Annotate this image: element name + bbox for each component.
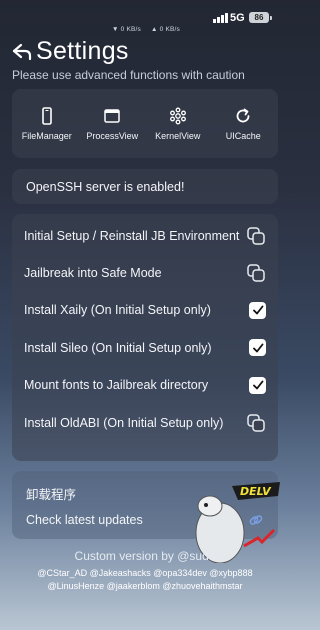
install-oldabi-option[interactable]: Install OldABI (On Initial Setup only) — [12, 404, 278, 441]
signal-icon — [213, 13, 228, 23]
install-xaily-option[interactable]: Install Xaily (On Initial Setup only) — [12, 292, 278, 329]
phone-icon — [41, 106, 52, 125]
copy-icon[interactable] — [246, 226, 266, 246]
install-sileo-option[interactable]: Install Sileo (On Initial Setup only) — [12, 329, 278, 366]
option-label: Initial Setup / Reinstall JB Environment — [24, 228, 240, 243]
tool-label: KernelView — [155, 130, 201, 141]
network-speed: ▼ 0 KB/s ▲ 0 KB/s — [112, 26, 188, 33]
credits-list: @CStar_AD @Jakeashacks @opa334dev @xybp8… — [8, 567, 282, 593]
tool-label: FileManager — [21, 130, 72, 141]
option-label: Install Xaily (On Initial Setup only) — [24, 303, 211, 318]
safe-mode-option[interactable]: Jailbreak into Safe Mode — [12, 254, 278, 291]
svg-text:DELV: DELV — [240, 485, 272, 498]
options-card: Initial Setup / Reinstall JB Environment… — [12, 214, 278, 461]
copy-icon[interactable] — [246, 263, 266, 283]
back-arrow-icon[interactable] — [12, 42, 32, 62]
refresh-icon — [236, 108, 250, 122]
file-manager-button[interactable]: FileManager — [15, 106, 79, 141]
checkmark-icon — [252, 380, 263, 390]
status-bar: ▼ 0 KB/s ▲ 0 KB/s 5G 86 — [0, 0, 290, 34]
option-label: Install OldABI (On Initial Setup only) — [24, 415, 224, 430]
process-view-button[interactable]: ProcessView — [80, 107, 144, 141]
credits-line: @LinusHenze @jaakerblom @zhuovehaithmsta… — [47, 581, 243, 591]
uicache-button[interactable]: UICache — [211, 107, 275, 141]
checkbox-checked[interactable] — [249, 376, 266, 394]
uninstall-label: 卸载程序 — [26, 487, 77, 502]
checkmark-icon — [252, 306, 263, 315]
battery-icon: 86 — [249, 12, 272, 23]
kernel-icon — [169, 107, 186, 124]
check-updates-label: Check latest updates — [26, 513, 143, 527]
copy-icon[interactable] — [246, 413, 266, 433]
ssh-status-notice: OpenSSH server is enabled! — [12, 169, 278, 204]
upload-speed: ▼ 0 KB/s — [112, 26, 141, 33]
initial-setup-option[interactable]: Initial Setup / Reinstall JB Environment — [12, 217, 278, 254]
credits-title: Custom version by @sudo — [74, 549, 216, 563]
option-label: Jailbreak into Safe Mode — [24, 266, 162, 281]
tools-card: FileManager ProcessView KernelView UICac… — [12, 89, 278, 158]
window-icon — [104, 108, 120, 123]
page-subtitle: Please use advanced functions with cauti… — [12, 68, 245, 82]
download-speed: ▲ 0 KB/s — [151, 26, 181, 33]
tool-label: UICache — [225, 130, 261, 141]
kernel-view-button[interactable]: KernelView — [146, 107, 210, 141]
checkbox-checked[interactable] — [249, 339, 266, 357]
mount-fonts-option[interactable]: Mount fonts to Jailbreak directory — [12, 367, 278, 404]
page-title: Settings — [36, 37, 129, 65]
checkmark-icon — [252, 343, 263, 353]
checkbox-checked[interactable] — [249, 301, 266, 319]
option-label: Mount fonts to Jailbreak directory — [24, 378, 209, 393]
credits-line: @CStar_AD @Jakeashacks @opa334dev @xybp8… — [37, 568, 253, 578]
network-type: 5G — [230, 12, 245, 24]
option-label: Install Sileo (On Initial Setup only) — [24, 340, 212, 355]
tool-label: ProcessView — [86, 130, 139, 141]
